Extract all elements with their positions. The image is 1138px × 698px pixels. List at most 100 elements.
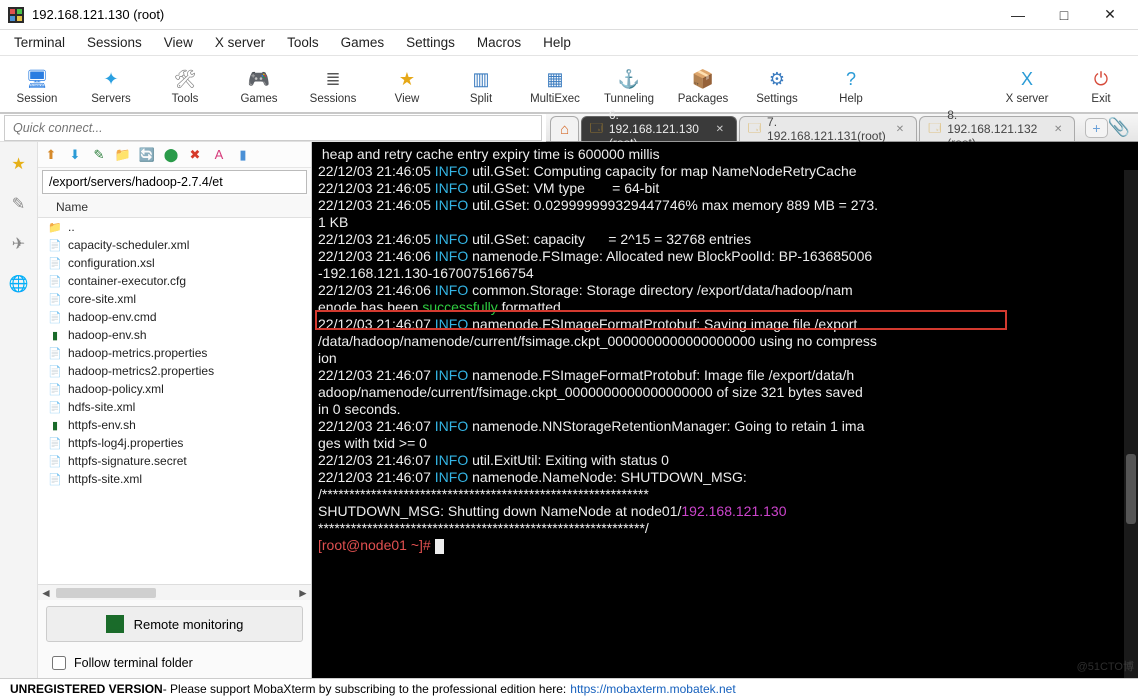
toolbar-split[interactable]: ▥Split [454, 67, 508, 105]
remote-monitoring-button[interactable]: ▁ Remote monitoring [46, 606, 303, 642]
tab-session-0[interactable]: 🗔6. 192.168.121.130 (root)✕ [581, 116, 737, 141]
follow-terminal-label: Follow terminal folder [74, 656, 193, 670]
monitor-icon: ▁ [106, 615, 124, 633]
status-link[interactable]: https://mobaxterm.mobatek.net [570, 682, 735, 696]
file-name: .. [68, 220, 75, 234]
file-row[interactable]: 📄hadoop-metrics.properties [38, 344, 311, 362]
home-icon: ⌂ [560, 121, 569, 138]
menu-games[interactable]: Games [341, 35, 385, 50]
sftp-tool-1[interactable]: ⬇ [66, 146, 84, 164]
toolbar-label: View [395, 93, 420, 105]
sftp-tool-2[interactable]: ✎ [90, 146, 108, 164]
toolbar-label: Help [839, 93, 863, 105]
file-row[interactable]: 📄capacity-scheduler.xml [38, 236, 311, 254]
side-vertical-tabs: ★ ✎ ✈ 🌐 [0, 142, 38, 678]
file-row[interactable]: 📄hadoop-metrics2.properties [38, 362, 311, 380]
scroll-left-icon[interactable]: ◄ [38, 586, 54, 600]
file-name: container-executor.cfg [68, 274, 186, 288]
file-row[interactable]: ▮httpfs-env.sh [38, 416, 311, 434]
vscroll-thumb[interactable] [1126, 454, 1136, 524]
sftp-tool-3[interactable]: 📁 [114, 146, 132, 164]
tab-label: 7. 192.168.121.131(root) [767, 115, 886, 143]
servers-icon: ✦ [99, 67, 123, 91]
sftp-tool-7[interactable]: A [210, 146, 228, 164]
file-row[interactable]: ▮hadoop-env.sh [38, 326, 311, 344]
file-row[interactable]: 📄httpfs-signature.secret [38, 452, 311, 470]
toolbar-games[interactable]: 🎮Games [232, 67, 286, 105]
tab-home[interactable]: ⌂ [550, 116, 578, 141]
hscrollbar[interactable]: ◄ ► [38, 584, 311, 600]
sftp-tool-4[interactable]: 🔄 [138, 146, 156, 164]
file-row[interactable]: 📄core-site.xml [38, 290, 311, 308]
toolbar-help[interactable]: ?Help [824, 67, 878, 105]
scroll-thumb[interactable] [56, 588, 156, 598]
tab-session-1[interactable]: 🗔7. 192.168.121.131(root)✕ [739, 116, 917, 141]
file-row[interactable]: 📄httpfs-site.xml [38, 470, 311, 488]
file-row[interactable]: 📄 httpfs-log4j.properties [38, 434, 311, 452]
terminal-output[interactable]: heap and retry cache entry expiry time i… [312, 142, 1138, 678]
file-icon: 📄 [48, 472, 62, 486]
vtab-3[interactable]: 🌐 [5, 270, 33, 298]
toolbar-packages[interactable]: 📦Packages [676, 67, 730, 105]
file-name: hadoop-policy.xml [68, 382, 164, 396]
menu-terminal[interactable]: Terminal [14, 35, 65, 50]
toolbar-sessions[interactable]: ≣Sessions [306, 67, 360, 105]
view-icon: ★ [395, 67, 419, 91]
menu-help[interactable]: Help [543, 35, 571, 50]
sftp-path-input[interactable] [42, 170, 307, 194]
file-row[interactable]: 📄configuration.xsl [38, 254, 311, 272]
toolbar-servers[interactable]: ✦ Servers [84, 67, 138, 105]
app-icon [8, 7, 24, 23]
menu-x-server[interactable]: X server [215, 35, 265, 50]
toolbar-exit[interactable]: ⏻Exit [1074, 67, 1128, 105]
file-icon: 📄 [48, 436, 62, 450]
vtab-2[interactable]: ✈ [5, 230, 33, 258]
menu-tools[interactable]: Tools [287, 35, 319, 50]
sftp-tool-8[interactable]: ▮ [234, 146, 252, 164]
tab-close-icon[interactable]: ✕ [716, 124, 724, 135]
file-row[interactable]: 📄hdfs-site.xml [38, 398, 311, 416]
file-list[interactable]: 📁..📄capacity-scheduler.xml📄configuration… [38, 218, 311, 584]
file-name: httpfs-log4j.properties [68, 436, 183, 450]
follow-terminal-checkbox[interactable] [52, 656, 66, 670]
sftp-tool-0[interactable]: ⬆ [42, 146, 60, 164]
menu-sessions[interactable]: Sessions [87, 35, 142, 50]
tab-add-button[interactable]: + [1085, 118, 1107, 138]
toolbar-x-server[interactable]: XX server [1000, 67, 1054, 105]
file-row[interactable]: 📄container-executor.cfg [38, 272, 311, 290]
file-row[interactable]: 📁.. [38, 218, 311, 236]
toolbar-tunneling[interactable]: ⚓Tunneling [602, 67, 656, 105]
sftp-tool-5[interactable]: ⬤ [162, 146, 180, 164]
close-button[interactable]: ✕ [1096, 4, 1124, 26]
title-bar: 192.168.121.130 (root) — □ ✕ [0, 0, 1138, 30]
paperclip-icon[interactable]: 📎 [1108, 117, 1130, 138]
toolbar-label: Games [240, 93, 277, 105]
toolbar-multiexec[interactable]: ▦MultiExec [528, 67, 582, 105]
sftp-tool-6[interactable]: ✖ [186, 146, 204, 164]
toolbar-view[interactable]: ★ View [380, 67, 434, 105]
maximize-button[interactable]: □ [1050, 4, 1078, 26]
watermark: @51CTO博 [1077, 658, 1134, 674]
file-row[interactable]: 📄hadoop-env.cmd [38, 308, 311, 326]
menu-view[interactable]: View [164, 35, 193, 50]
file-row[interactable]: 📄hadoop-policy.xml [38, 380, 311, 398]
scroll-right-icon[interactable]: ► [295, 586, 311, 600]
menu-settings[interactable]: Settings [406, 35, 455, 50]
tab-close-icon[interactable]: ✕ [1054, 124, 1062, 135]
tab-close-icon[interactable]: ✕ [896, 124, 904, 135]
file-name: hadoop-env.cmd [68, 310, 157, 324]
terminal-vscrollbar[interactable] [1124, 170, 1138, 678]
toolbar-label: Split [470, 93, 492, 105]
vtab-0[interactable]: ★ [5, 150, 33, 178]
toolbar-settings[interactable]: ⚙Settings [750, 67, 804, 105]
menu-macros[interactable]: Macros [477, 35, 521, 50]
toolbar-tools[interactable]: 🛠Tools [158, 67, 212, 105]
tab-session-2[interactable]: 🗔8. 192.168.121.132 (root)✕ [919, 116, 1075, 141]
toolbar-session[interactable]: 🖥Session [10, 67, 64, 105]
toolbar-label: Servers [91, 93, 131, 105]
minimize-button[interactable]: — [1004, 4, 1032, 26]
vtab-1[interactable]: ✎ [5, 190, 33, 218]
quick-connect-input[interactable] [4, 115, 542, 141]
file-list-header[interactable]: Name [38, 196, 311, 218]
content-area: ★ ✎ ✈ 🌐 ⬆ ⬇ ✎ 📁 🔄 ⬤ ✖ A ▮ Name 📁..📄capacity-schedul… [0, 142, 1138, 678]
